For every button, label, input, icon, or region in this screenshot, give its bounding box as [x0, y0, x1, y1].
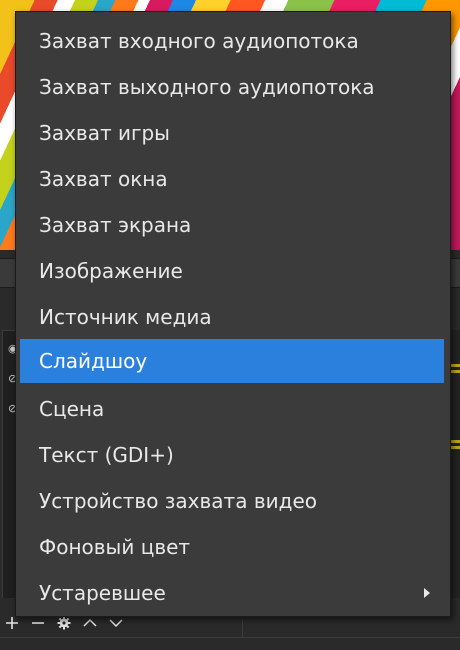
menu-item-label: Захват входного аудиопотока: [39, 29, 359, 53]
menu-item-scene[interactable]: Сцена: [20, 387, 444, 431]
add-icon[interactable]: [4, 615, 20, 631]
menu-item-label: Захват окна: [39, 167, 168, 191]
menu-item-label: Захват выходного аудиопотока: [39, 75, 375, 99]
menu-item-color-source[interactable]: Фоновый цвет: [20, 525, 444, 569]
menu-item-label: Устройство захвата видео: [39, 489, 317, 513]
divider: [0, 637, 460, 638]
divider: [242, 620, 243, 638]
menu-item-label: Сцена: [39, 397, 105, 421]
menu-item-deprecated[interactable]: Устаревшее: [20, 571, 444, 615]
menu-item-image[interactable]: Изображение: [20, 249, 444, 293]
menu-item-label: Захват игры: [39, 121, 170, 145]
menu-item-text-gdi[interactable]: Текст (GDI+): [20, 433, 444, 477]
menu-item-label: Фоновый цвет: [39, 535, 191, 559]
menu-item-audio-output-capture[interactable]: Захват выходного аудиопотока: [20, 65, 444, 109]
app-window: ◉ ⊘ ⊘ Захват входного аудиопотока Захват…: [0, 0, 460, 650]
menu-item-display-capture[interactable]: Захват экрана: [20, 203, 444, 247]
menu-item-label: Захват экрана: [39, 213, 192, 237]
submenu-arrow-icon: [424, 588, 430, 598]
menu-item-window-capture[interactable]: Захват окна: [20, 157, 444, 201]
menu-item-audio-input-capture[interactable]: Захват входного аудиопотока: [20, 19, 444, 63]
move-down-icon[interactable]: [108, 615, 124, 631]
add-source-context-menu: Захват входного аудиопотока Захват выход…: [15, 11, 451, 617]
menu-item-label: Слайдшоу: [39, 349, 148, 373]
menu-item-label: Устаревшее: [39, 581, 166, 605]
menu-item-game-capture[interactable]: Захват игры: [20, 111, 444, 155]
menu-item-label: Текст (GDI+): [39, 443, 174, 467]
move-up-icon[interactable]: [82, 615, 98, 631]
remove-icon[interactable]: [30, 615, 46, 631]
menu-item-video-capture-device[interactable]: Устройство захвата видео: [20, 479, 444, 523]
menu-item-media-source[interactable]: Источник медиа: [20, 295, 444, 339]
menu-item-label: Источник медиа: [39, 305, 212, 329]
gear-icon[interactable]: [56, 615, 72, 631]
menu-item-label: Изображение: [39, 259, 183, 283]
menu-item-slideshow[interactable]: Слайдшоу: [20, 339, 444, 383]
